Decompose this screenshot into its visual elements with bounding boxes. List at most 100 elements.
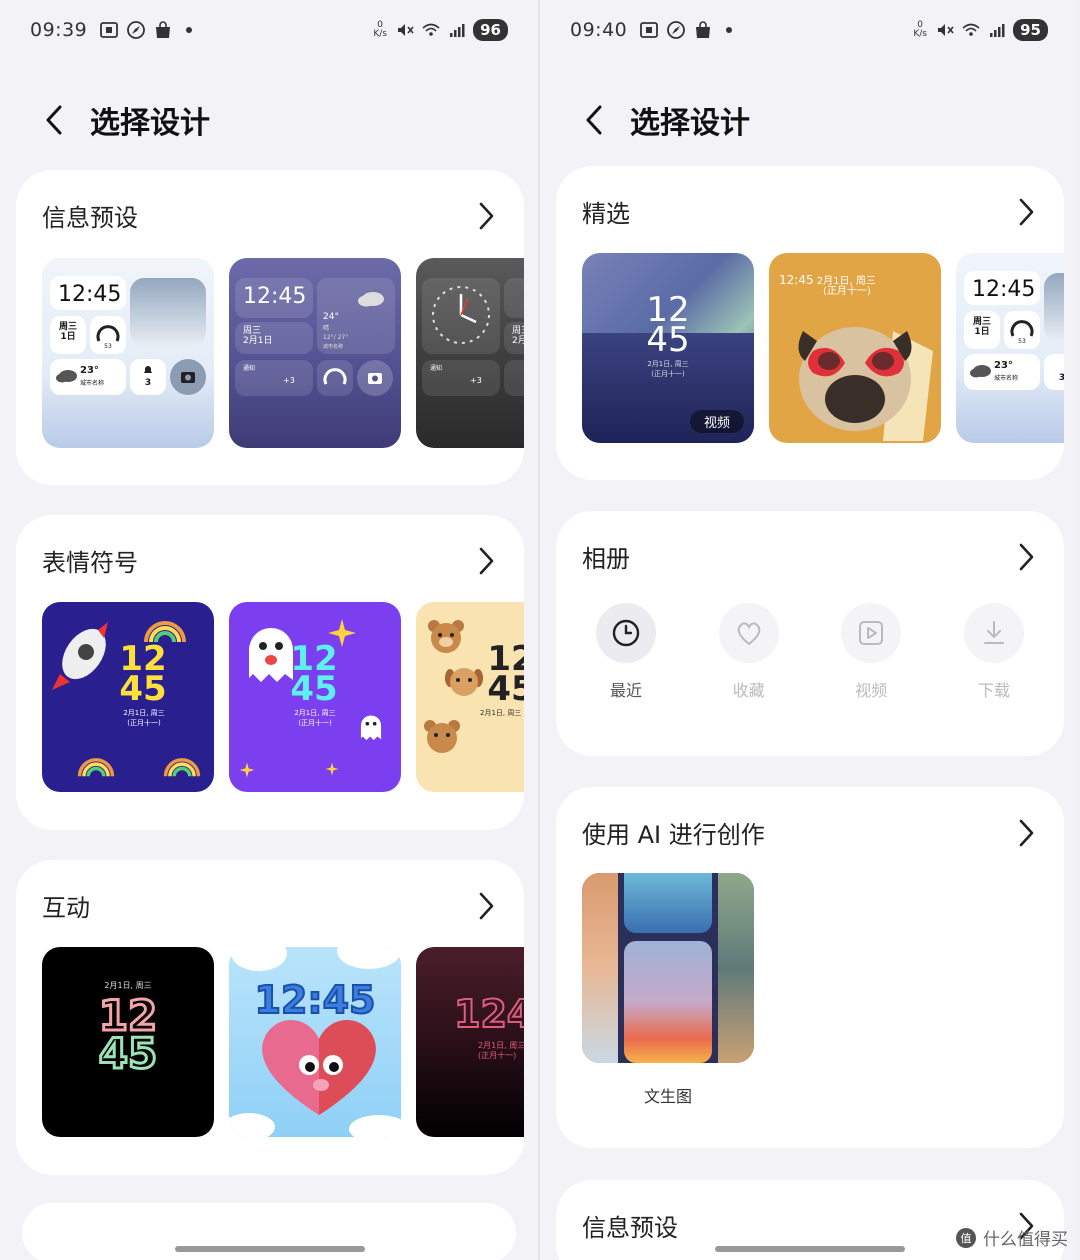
section-more-button[interactable] (1014, 817, 1038, 849)
section-title: 信息预设 (42, 204, 138, 232)
bear-icon (428, 620, 464, 653)
bear-icon (424, 720, 460, 753)
battery-indicator: 95 (1013, 19, 1048, 41)
design-thumbnail[interactable]: 12:45 周三 1日 53 23° 城市名称 3 (956, 253, 1064, 443)
design-thumbnail[interactable]: 12:45 (229, 947, 401, 1137)
section-interactive: 互动 2月1日, 周三 12 45 12:45 124 2月1日, 周三 (正月十一… (16, 860, 524, 1175)
shopping-bag-icon (153, 20, 173, 40)
design-thumbnail[interactable]: 12 45 2月1日, 周三 (416, 602, 524, 792)
status-time: 09:40 (570, 19, 628, 41)
chevron-right-icon (1019, 198, 1034, 225)
status-time: 09:39 (30, 19, 88, 41)
home-indicator[interactable] (175, 1246, 365, 1252)
page-title: 选择设计 (90, 106, 210, 141)
cloud-icon (970, 365, 991, 378)
smzdm-logo-icon: 值 (956, 1227, 976, 1248)
section-more-button[interactable] (474, 545, 498, 577)
design-thumbnail[interactable]: 周三2月 通知 +3 (416, 258, 524, 448)
design-thumbnail[interactable]: 12:45 24° 晴 12°/ 27° 城市名称 周三 2月1日 通知 +3 (229, 258, 401, 448)
chevron-left-icon (586, 105, 602, 135)
design-thumbnail[interactable]: 12:45 周三 1日 53 23° 城市名称 3 (42, 258, 214, 448)
home-indicator[interactable] (715, 1246, 905, 1252)
ghost-icon (360, 715, 382, 741)
sparkle-icon (325, 762, 339, 776)
wifi-icon (961, 20, 981, 40)
analog-clock-icon (432, 286, 490, 344)
section-title: 精选 (582, 200, 630, 228)
album-videos[interactable]: 视频 (811, 603, 931, 701)
left-screen: 09:39 0 K/s 96 选择设计 信息预设 12:45 周三 1日 53 … (0, 0, 538, 1260)
section-title: 表情符号 (42, 549, 138, 577)
section-more-button[interactable] (474, 200, 498, 232)
video-badge: 视频 (689, 410, 744, 433)
design-thumbnail[interactable]: 12 45 2月1日, 周三 (正月十一) (229, 602, 401, 792)
notification-dot (186, 27, 193, 33)
page-header: 选择设计 (40, 98, 210, 142)
cloud-icon (231, 947, 401, 971)
cloud-icon (56, 370, 77, 383)
download-icon (983, 621, 1004, 644)
design-thumbnail[interactable]: 12:45 2月1日, 周三 (正月十一) (769, 253, 941, 443)
page-header: 选择设计 (580, 98, 750, 142)
section-more-button[interactable] (1014, 196, 1038, 228)
section-more-button[interactable] (474, 890, 498, 922)
section-title: 使用 AI 进行创作 (582, 821, 765, 849)
section-title: 相册 (582, 545, 630, 573)
design-thumbnail[interactable]: 12 45 2月1日, 周三 (正月十一) (42, 602, 214, 792)
heart-icon (737, 622, 760, 646)
rainbow-icon (163, 758, 201, 777)
section-emoji: 表情符号 12 45 2月1日, 周三 (正月十一) 12 45 2月1日, 周三 (正… (16, 515, 524, 830)
gauge-icon (323, 368, 347, 385)
chevron-right-icon (1019, 819, 1034, 846)
camera-icon (368, 373, 382, 384)
svg-text:值: 值 (961, 1232, 972, 1245)
screenshot-icon (99, 20, 119, 40)
compass-icon (126, 20, 146, 40)
album-favorites[interactable]: 收藏 (689, 603, 809, 701)
rainbow-icon (77, 758, 115, 777)
chevron-left-icon (46, 105, 62, 135)
back-button[interactable] (580, 100, 608, 140)
cloud-icon (358, 292, 384, 307)
network-speed: 0 K/s (913, 20, 927, 39)
status-bar: 09:39 0 K/s 96 (30, 14, 508, 46)
chevron-right-icon (479, 202, 494, 229)
album-recent[interactable]: 最近 (566, 603, 686, 701)
camera-icon (181, 372, 195, 383)
play-icon (859, 621, 884, 645)
section-more-button[interactable] (1014, 541, 1038, 573)
section-title: 信息预设 (582, 1214, 678, 1242)
wifi-icon (421, 20, 441, 40)
mute-icon (935, 20, 955, 40)
album-downloads[interactable]: 下载 (934, 603, 1054, 701)
screenshot-icon (639, 20, 659, 40)
sparkle-icon (239, 762, 255, 778)
design-thumbnail[interactable]: 124 2月1日, 周三 (正月十一) (416, 947, 524, 1137)
section-title: 互动 (42, 894, 90, 922)
section-album: 相册 最近 收藏 视频 下载 (556, 511, 1064, 756)
section-featured: 精选 12 45 2月1日, 周三 (正月十一) 视频 12:45 2月1日, 周三… (556, 166, 1064, 480)
back-button[interactable] (40, 100, 68, 140)
bell-icon (144, 366, 152, 373)
watermark: 值 什么值得买 (955, 1225, 1068, 1250)
text-to-image-label: 文生图 (643, 1087, 692, 1106)
design-thumbnail[interactable]: 2月1日, 周三 12 45 (42, 947, 214, 1137)
section-info-preset: 信息预设 12:45 周三 1日 53 23° 城市名称 3 12:45 24°… (16, 170, 524, 485)
heart-character-icon (262, 1020, 376, 1115)
chevron-right-icon (479, 892, 494, 919)
shopping-bag-icon (693, 20, 713, 40)
signal-icon (447, 20, 467, 40)
design-thumbnail[interactable]: 12 45 2月1日, 周三 (正月十一) 视频 (582, 253, 754, 443)
network-speed: 0 K/s (373, 20, 387, 39)
battery-indicator: 96 (473, 19, 508, 41)
compass-icon (666, 20, 686, 40)
pug-icon (798, 327, 933, 441)
chevron-right-icon (1019, 543, 1034, 570)
notification-dot (726, 27, 733, 33)
text-to-image-thumbnail[interactable] (582, 873, 754, 1063)
cloud-icon (229, 1113, 401, 1137)
page-title: 选择设计 (630, 106, 750, 141)
section-ai-create: 使用 AI 进行创作 文生图 (556, 787, 1064, 1148)
clock-icon (612, 619, 640, 647)
rocket-icon (52, 622, 108, 690)
